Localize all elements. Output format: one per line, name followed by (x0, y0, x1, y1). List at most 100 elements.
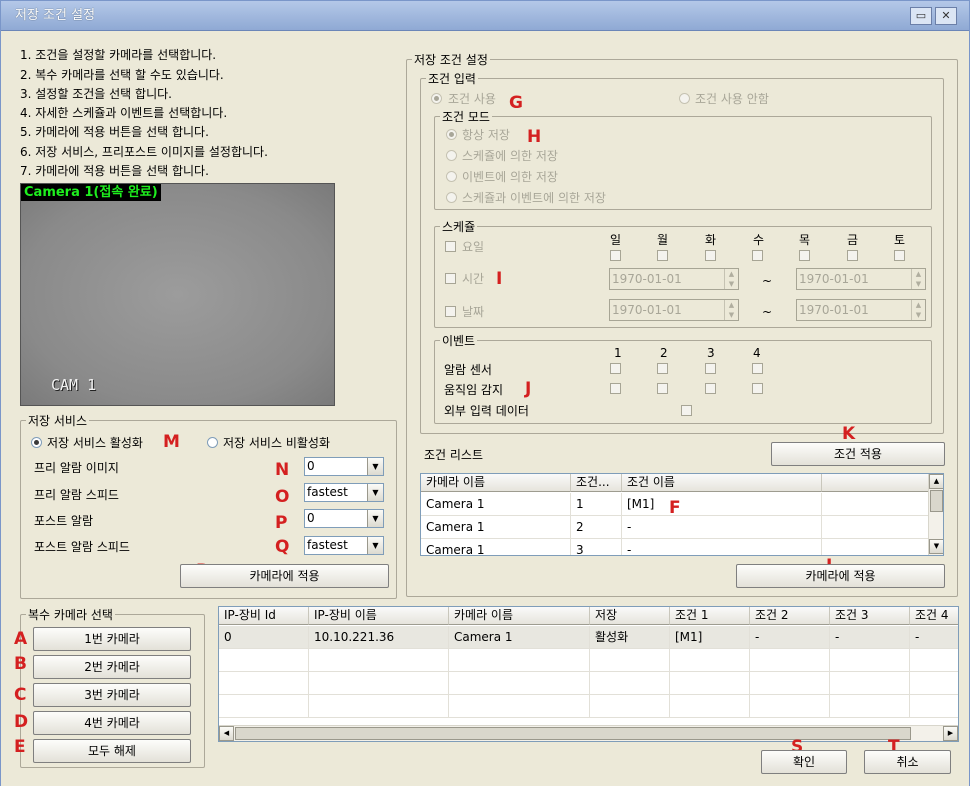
spinner-icon[interactable]: ▲ ▼ (724, 300, 738, 320)
scroll-thumb[interactable] (235, 727, 911, 740)
table-cell[interactable]: - (622, 516, 822, 539)
day-mon-checkbox[interactable] (657, 250, 668, 261)
camera-4-button[interactable]: 4번 카메라 (33, 711, 191, 735)
condition-list-header-camera[interactable]: 카메라 이름 (421, 474, 571, 492)
alarm-sensor-2-checkbox[interactable] (657, 363, 668, 374)
camera-2-button[interactable]: 2번 카메라 (33, 655, 191, 679)
chevron-down-icon[interactable]: ▼ (367, 484, 383, 501)
table-cell[interactable]: - (622, 539, 822, 555)
ok-button[interactable]: 확인 (761, 750, 847, 774)
condition-list-header-extra[interactable] (822, 474, 929, 492)
table-cell[interactable]: Camera 1 (449, 626, 590, 649)
mode-schedule-event-label[interactable]: 스케쥴과 이벤트에 의한 저장 (462, 189, 606, 206)
motion-2-checkbox[interactable] (657, 383, 668, 394)
table-cell[interactable]: - (910, 626, 958, 649)
chevron-down-icon[interactable]: ▼ (367, 537, 383, 554)
table-cell[interactable]: - (750, 626, 830, 649)
device-header-cond2[interactable]: 조건 2 (750, 607, 830, 625)
close-icon[interactable]: ✕ (935, 7, 957, 25)
chevron-down-icon[interactable]: ▼ (367, 510, 383, 527)
day-sat-checkbox[interactable] (894, 250, 905, 261)
condition-list-header-no[interactable]: 조건... (571, 474, 622, 492)
device-header-camera[interactable]: 카메라 이름 (449, 607, 590, 625)
table-cell[interactable]: 0 (219, 626, 309, 649)
motion-4-checkbox[interactable] (752, 383, 763, 394)
mode-always-radio[interactable] (446, 129, 457, 140)
mode-schedule-radio[interactable] (446, 150, 457, 161)
motion-3-checkbox[interactable] (705, 383, 716, 394)
scroll-down-icon[interactable]: ▼ (929, 539, 943, 554)
time-checkbox[interactable] (445, 273, 456, 284)
time-to-input[interactable]: 1970-01-01 ▲ ▼ (796, 268, 926, 290)
alarm-sensor-4-checkbox[interactable] (752, 363, 763, 374)
post-alarm-speed-select[interactable]: fastest ▼ (304, 536, 384, 555)
table-cell[interactable]: [M1] (670, 626, 750, 649)
time-from-input[interactable]: 1970-01-01 ▲ ▼ (609, 268, 739, 290)
apply-condition-button[interactable]: 조건 적용 (771, 442, 945, 466)
table-cell[interactable]: [M1] (622, 493, 822, 516)
table-cell[interactable]: Camera 1 (421, 539, 571, 555)
scroll-left-icon[interactable]: ◀ (219, 726, 234, 741)
condition-use-label[interactable]: 조건 사용 (448, 90, 496, 107)
mode-schedule-event-radio[interactable] (446, 192, 457, 203)
table-cell[interactable]: 10.10.221.36 (309, 626, 449, 649)
table-cell[interactable] (822, 493, 929, 516)
condition-not-use-label[interactable]: 조건 사용 안함 (695, 90, 769, 107)
pre-alarm-speed-select[interactable]: fastest ▼ (304, 483, 384, 502)
weekday-checkbox[interactable] (445, 241, 456, 252)
spinner-icon[interactable]: ▲ ▼ (724, 269, 738, 289)
device-header-cond4[interactable]: 조건 4 (910, 607, 958, 625)
scroll-thumb[interactable] (930, 490, 943, 512)
table-cell[interactable]: 1 (571, 493, 622, 516)
table-cell[interactable]: - (830, 626, 910, 649)
alarm-sensor-3-checkbox[interactable] (705, 363, 716, 374)
day-fri-checkbox[interactable] (847, 250, 858, 261)
device-header-save[interactable]: 저장 (590, 607, 670, 625)
scroll-up-icon[interactable]: ▲ (929, 474, 943, 489)
external-input-checkbox[interactable] (681, 405, 692, 416)
motion-1-checkbox[interactable] (610, 383, 621, 394)
table-cell[interactable] (822, 539, 929, 555)
save-service-enable-radio[interactable] (31, 437, 42, 448)
spinner-icon[interactable]: ▲ ▼ (911, 300, 925, 320)
condition-list-table[interactable]: 카메라 이름 조건... 조건 이름 Camera 1 1 [M1] Camer… (420, 473, 944, 556)
day-sun-checkbox[interactable] (610, 250, 621, 261)
mode-event-label[interactable]: 이벤트에 의한 저장 (462, 168, 558, 185)
save-service-apply-button[interactable]: 카메라에 적용 (180, 564, 389, 588)
table-cell[interactable]: 2 (571, 516, 622, 539)
camera-preview[interactable]: Camera 1(접속 완료) CAM 1 (20, 183, 335, 406)
chevron-down-icon[interactable]: ▼ (367, 458, 383, 475)
mode-event-radio[interactable] (446, 171, 457, 182)
table-cell[interactable]: Camera 1 (421, 516, 571, 539)
pre-alarm-image-select[interactable]: 0 ▼ (304, 457, 384, 476)
device-header-cond3[interactable]: 조건 3 (830, 607, 910, 625)
date-checkbox[interactable] (445, 306, 456, 317)
device-table-hscrollbar[interactable]: ◀ ▶ (219, 725, 958, 741)
mode-schedule-label[interactable]: 스케쥴에 의한 저장 (462, 147, 558, 164)
condition-use-radio[interactable] (431, 93, 442, 104)
minimize-icon[interactable]: ▭ (910, 7, 932, 25)
condition-not-use-radio[interactable] (679, 93, 690, 104)
save-service-disable-radio[interactable] (207, 437, 218, 448)
save-service-enable-label[interactable]: 저장 서비스 활성화 (47, 434, 143, 451)
device-header-cond1[interactable]: 조건 1 (670, 607, 750, 625)
device-table[interactable]: IP-장비 Id IP-장비 이름 카메라 이름 저장 조건 1 조건 2 조건… (218, 606, 959, 742)
table-cell[interactable]: 활성화 (590, 626, 670, 649)
clear-all-button[interactable]: 모두 해제 (33, 739, 191, 763)
day-wed-checkbox[interactable] (752, 250, 763, 261)
device-header-name[interactable]: IP-장비 이름 (309, 607, 449, 625)
date-to-input[interactable]: 1970-01-01 ▲ ▼ (796, 299, 926, 321)
save-service-disable-label[interactable]: 저장 서비스 비활성화 (223, 434, 330, 451)
spinner-icon[interactable]: ▲ ▼ (911, 269, 925, 289)
alarm-sensor-1-checkbox[interactable] (610, 363, 621, 374)
table-cell[interactable] (822, 516, 929, 539)
post-alarm-select[interactable]: 0 ▼ (304, 509, 384, 528)
day-tue-checkbox[interactable] (705, 250, 716, 261)
mode-always-label[interactable]: 항상 저장 (462, 126, 510, 143)
condition-list-scrollbar[interactable]: ▲ ▼ (928, 474, 943, 555)
day-thu-checkbox[interactable] (799, 250, 810, 261)
camera-3-button[interactable]: 3번 카메라 (33, 683, 191, 707)
table-cell[interactable]: Camera 1 (421, 493, 571, 516)
date-from-input[interactable]: 1970-01-01 ▲ ▼ (609, 299, 739, 321)
table-cell[interactable]: 3 (571, 539, 622, 555)
